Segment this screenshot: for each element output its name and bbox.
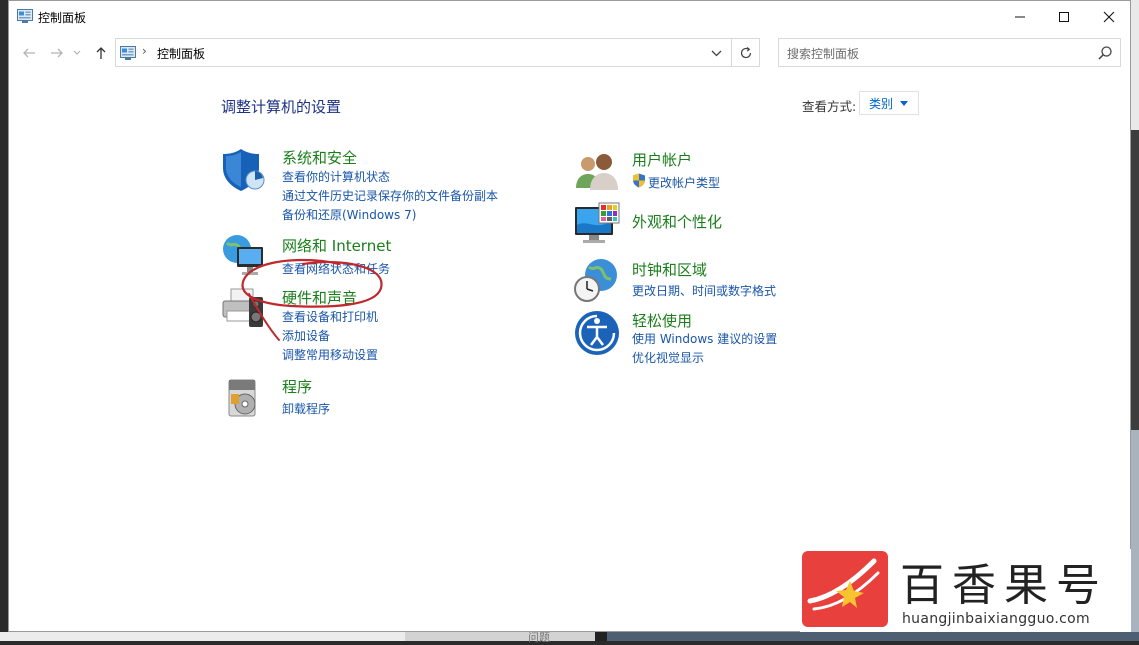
- category-title-clock-region[interactable]: 时钟和区域: [632, 259, 707, 280]
- chevron-down-icon: [73, 50, 81, 55]
- caret-down-icon: [900, 101, 908, 106]
- maximize-button[interactable]: [1041, 1, 1087, 32]
- watermark-url: huangjinbaixiangguo.com: [902, 611, 1090, 627]
- ease-of-access-icon[interactable]: [573, 309, 621, 357]
- forward-button[interactable]: [47, 43, 67, 63]
- category-title-system-security[interactable]: 系统和安全: [282, 147, 357, 168]
- search-box[interactable]: [778, 38, 1121, 67]
- arrow-left-icon: [23, 48, 35, 58]
- control-panel-window: 控制面板 › 控制面板 搜索控制面板 调整计算机的设置 查看方式: 类别 系统和…: [8, 0, 1131, 632]
- link-change-account-type[interactable]: 更改帐户类型: [648, 174, 720, 191]
- up-button[interactable]: [91, 43, 111, 63]
- category-title-network-internet[interactable]: 网络和 Internet: [282, 235, 391, 256]
- window-title: 控制面板: [38, 11, 87, 25]
- desktop-bottom-edge: 问题: [0, 631, 1139, 644]
- address-bar[interactable]: › 控制面板: [115, 38, 760, 67]
- breadcrumb[interactable]: 控制面板: [157, 45, 205, 62]
- control-panel-icon: [17, 9, 33, 23]
- page-title: 调整计算机的设置: [221, 98, 342, 116]
- link-date-time-format[interactable]: 更改日期、时间或数字格式: [632, 282, 776, 299]
- minimize-button[interactable]: [997, 1, 1043, 32]
- category-title-user-accounts[interactable]: 用户帐户: [632, 149, 692, 170]
- category-title-appearance[interactable]: 外观和个性化: [632, 211, 722, 232]
- view-by-dropdown[interactable]: 类别: [859, 91, 919, 115]
- watermark-brand: 百香果号: [900, 560, 1108, 611]
- minimize-icon: [1015, 16, 1025, 17]
- address-dropdown-button[interactable]: [706, 43, 726, 63]
- shield-icon[interactable]: [219, 146, 267, 194]
- title-bar[interactable]: 控制面板: [9, 1, 1130, 32]
- link-view-computer-status[interactable]: 查看你的计算机状态: [282, 168, 390, 185]
- maximize-icon: [1059, 11, 1069, 22]
- search-input[interactable]: [785, 43, 1089, 65]
- view-by-label: 查看方式:: [802, 99, 857, 114]
- programs-disc-icon[interactable]: [219, 374, 267, 422]
- refresh-icon: [740, 46, 752, 58]
- view-by-value: 类别: [869, 96, 894, 111]
- clock-globe-icon[interactable]: [573, 257, 621, 305]
- close-button[interactable]: [1086, 1, 1132, 32]
- recent-locations-button[interactable]: [71, 43, 83, 63]
- arrow-up-icon: [96, 47, 106, 59]
- red-annotation-circle: [241, 258, 383, 341]
- chevron-down-icon: [711, 50, 721, 56]
- category-title-ease-of-access[interactable]: 轻松使用: [632, 310, 692, 331]
- uac-shield-icon: [633, 173, 645, 188]
- link-uninstall-program[interactable]: 卸载程序: [282, 400, 330, 417]
- search-icon[interactable]: [1097, 45, 1113, 61]
- category-title-programs[interactable]: 程序: [282, 376, 312, 397]
- back-button[interactable]: [19, 43, 39, 63]
- link-backup-restore[interactable]: 备份和还原(Windows 7): [282, 206, 416, 223]
- desktop-edge: [1131, 0, 1139, 641]
- monitor-palette-icon[interactable]: [573, 201, 621, 249]
- link-optimize-visual-display[interactable]: 优化视觉显示: [632, 349, 704, 366]
- watermark-logo-icon: [802, 551, 888, 627]
- close-icon: [1103, 11, 1115, 22]
- link-windows-recommended-settings[interactable]: 使用 Windows 建议的设置: [632, 330, 777, 347]
- link-file-history-backup[interactable]: 通过文件历史记录保存你的文件备份副本: [282, 187, 498, 204]
- users-icon[interactable]: [573, 148, 621, 196]
- arrow-right-icon: [51, 48, 63, 58]
- link-mobility-settings[interactable]: 调整常用移动设置: [282, 346, 378, 363]
- navigation-bar: › 控制面板: [9, 37, 1130, 69]
- watermark: 百香果号 huangjinbaixiangguo.com: [800, 549, 1131, 632]
- breadcrumb-separator-icon[interactable]: ›: [142, 44, 147, 58]
- refresh-button[interactable]: [731, 39, 760, 66]
- control-panel-icon: [120, 46, 136, 60]
